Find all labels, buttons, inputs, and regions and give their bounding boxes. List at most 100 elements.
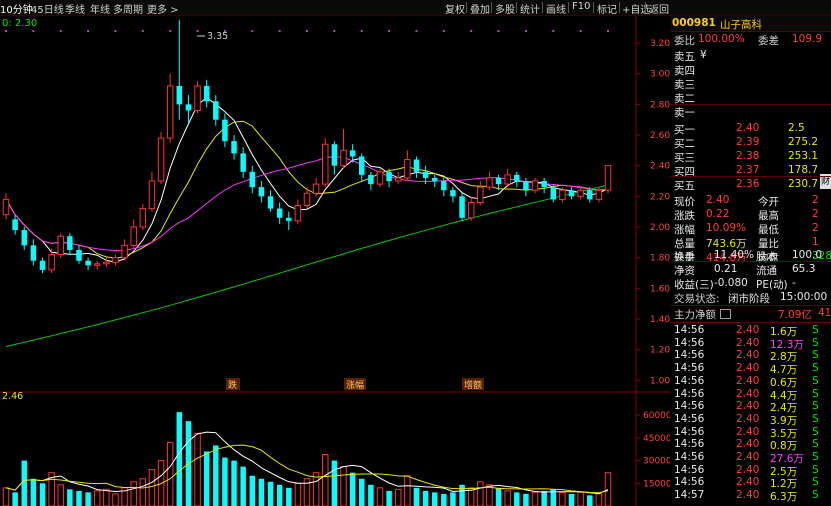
signal-dot bbox=[196, 30, 199, 32]
volume-bar-up bbox=[531, 491, 539, 506]
flow-chart-icon[interactable] bbox=[720, 309, 731, 319]
buy-level-label: 买二 bbox=[674, 138, 695, 150]
volume-bar-up bbox=[340, 466, 347, 506]
candle-body-down bbox=[286, 217, 292, 221]
weibi-label: 委比 bbox=[674, 35, 695, 47]
price-tick-label: 2.20 bbox=[650, 192, 670, 202]
tick-price: 2.40 bbox=[736, 336, 760, 349]
tick-time: 14:56 bbox=[674, 400, 705, 413]
tick-row: 14:56 2.40 1.2万 S bbox=[670, 476, 831, 490]
volume-bar-down bbox=[249, 475, 256, 506]
candle-body-down bbox=[422, 171, 429, 178]
candle-body-down bbox=[12, 219, 18, 231]
volume-bar-down bbox=[541, 490, 547, 506]
candle-body-down bbox=[39, 260, 46, 270]
volume-bar-down bbox=[258, 478, 265, 506]
weicha-label: 委差 bbox=[758, 35, 779, 47]
volume-bar-down bbox=[267, 481, 274, 506]
tick-row: 14:56 2.40 0.8万 S bbox=[670, 438, 831, 452]
candle-body-up bbox=[477, 186, 484, 203]
tick-price: 2.40 bbox=[736, 438, 760, 451]
weibi-value: 100.00% bbox=[698, 33, 745, 45]
volume-bar-down bbox=[30, 478, 37, 506]
tick-volume: 6.3万 bbox=[770, 491, 798, 504]
volume-bar-up bbox=[559, 491, 566, 506]
candle-body-up bbox=[166, 85, 174, 139]
candle-body-down bbox=[67, 236, 73, 250]
volume-bar-down bbox=[222, 457, 228, 506]
signal-dot bbox=[169, 30, 172, 32]
divider bbox=[670, 261, 831, 262]
volume-bar-down bbox=[203, 451, 210, 506]
tick-direction: S bbox=[812, 324, 819, 336]
tick-row: 14:56 2.40 1.6万 S bbox=[670, 324, 831, 338]
event-tag-rise: 涨幅 bbox=[346, 379, 364, 391]
volume-bar-up bbox=[148, 469, 156, 506]
candle-body-down bbox=[459, 196, 465, 218]
tick-row: 14:56 2.40 27.6万 S bbox=[670, 451, 831, 465]
tick-price: 2.40 bbox=[736, 362, 760, 375]
candle-body-down bbox=[276, 208, 283, 218]
candle-body-up bbox=[148, 180, 156, 210]
buy-level-price: 2.37 bbox=[736, 164, 760, 176]
candle-body-down bbox=[413, 159, 420, 172]
buy-level-label: 买五 bbox=[674, 180, 695, 192]
signal-dot bbox=[388, 30, 391, 32]
stat-value: 1 bbox=[812, 236, 819, 248]
divider bbox=[670, 104, 831, 105]
tick-price: 2.40 bbox=[736, 324, 760, 336]
tick-direction: S bbox=[812, 463, 819, 476]
volume-bar-down bbox=[441, 493, 447, 506]
volume-bar-up bbox=[477, 481, 484, 506]
candle-body-down bbox=[568, 190, 575, 197]
buy-level-volume: 178.7 bbox=[788, 164, 819, 176]
stat2-label: PE(动) bbox=[756, 279, 788, 291]
stat2-value: 65.3 bbox=[792, 263, 816, 275]
volume-bar-up bbox=[486, 484, 493, 506]
buy-level-volume: 275.2 bbox=[788, 136, 819, 148]
sell-level-row: 卖四 bbox=[670, 63, 831, 77]
tick-row: 14:56 2.40 12.3万 S bbox=[670, 336, 831, 351]
candle-body-up bbox=[139, 208, 147, 228]
candles bbox=[2, 20, 612, 273]
volume-bar-up bbox=[112, 493, 119, 506]
sell-level-price: ¥ bbox=[700, 49, 707, 61]
sell-level-row: 卖二 bbox=[670, 91, 831, 105]
candle-body-up bbox=[48, 254, 55, 271]
signal-dot bbox=[579, 30, 582, 32]
candle-body-down bbox=[231, 141, 237, 154]
candle-body-down bbox=[368, 174, 374, 185]
volume-bar-down bbox=[231, 460, 237, 506]
price-tick-label: 1.00 bbox=[650, 376, 670, 386]
quote-stat-row: 涨跌 0.22 最高 2 bbox=[670, 208, 831, 222]
price-tick-label: 2.60 bbox=[650, 131, 670, 141]
sell-level-label: 卖一 bbox=[674, 107, 695, 119]
buy-level-row: 买一 2.40 2.5 bbox=[670, 122, 831, 136]
trade-status-value: 闭市阶段 bbox=[728, 293, 770, 305]
tick-row: 14:56 2.40 3.9万 S bbox=[670, 413, 831, 427]
candle-body-up bbox=[121, 244, 128, 259]
volume-bar-down bbox=[331, 460, 338, 506]
peak-price-label: 3.35 bbox=[207, 31, 228, 42]
candle-body-up bbox=[604, 165, 612, 191]
tick-time: 14:56 bbox=[674, 425, 705, 438]
candle-body-down bbox=[267, 196, 274, 209]
candle-body-up bbox=[595, 189, 603, 200]
candle-body-down bbox=[21, 230, 27, 246]
signal-dot bbox=[470, 30, 473, 32]
price-tick-label: 2.80 bbox=[650, 100, 670, 110]
volume-bar-up bbox=[103, 488, 110, 506]
tick-row: 14:56 2.40 0.6万 S bbox=[670, 375, 831, 389]
candle-body-up bbox=[486, 177, 493, 188]
main-flow-value: 7.09亿 bbox=[778, 309, 812, 321]
volume-bar-up bbox=[394, 488, 402, 506]
tick-row: 14:56 2.40 2.5万 S bbox=[670, 463, 831, 478]
price-tick-label: 1.40 bbox=[650, 315, 670, 325]
signal-dot bbox=[87, 30, 90, 32]
tick-row: 14:56 2.40 2.4万 S bbox=[670, 400, 831, 414]
tick-direction: S bbox=[812, 349, 819, 362]
volume-ma-label: 2.46 bbox=[2, 391, 23, 402]
tick-price: 2.40 bbox=[736, 400, 760, 413]
kline-chart[interactable]: 0: 2.30 3.35 3.20 3.00 2.80 2.60 2.40 2.20 2.0… bbox=[0, 0, 670, 506]
volume-bar-down bbox=[368, 484, 374, 506]
